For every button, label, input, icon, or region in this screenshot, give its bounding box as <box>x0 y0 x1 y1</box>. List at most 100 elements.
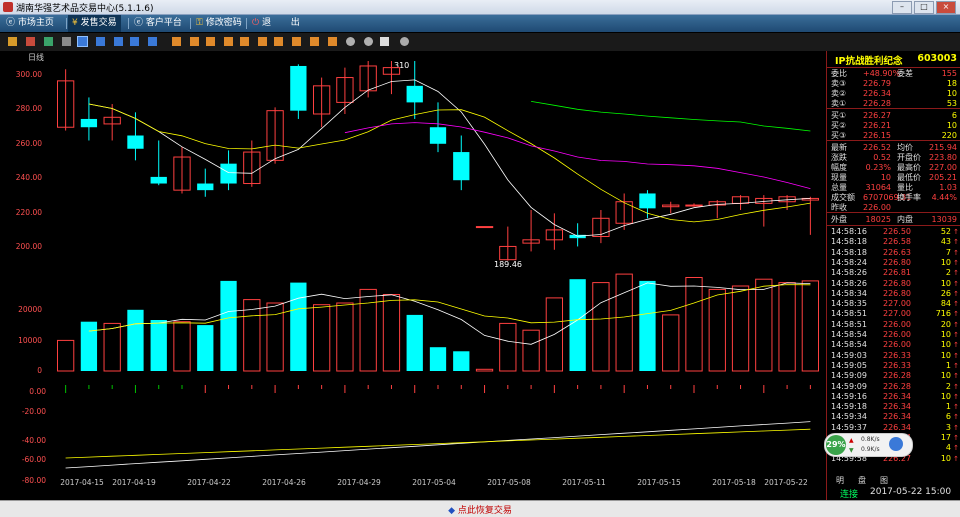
candle-body <box>475 226 494 229</box>
high-price-label: 310 <box>394 61 409 70</box>
menu-separator <box>128 18 129 29</box>
tool-icon[interactable] <box>190 37 199 46</box>
quote-label: 买① <box>831 111 847 120</box>
zoom-in-icon[interactable] <box>346 37 355 46</box>
menu-item-label: 出 <box>290 18 300 28</box>
tick-qty: 1 <box>945 402 951 412</box>
quote-label-2: 最高价 <box>897 163 921 172</box>
tick-time: 14:58:26 <box>831 268 867 278</box>
tab-chart[interactable]: 图 <box>880 475 888 486</box>
menu-item-label: 退 <box>262 18 272 28</box>
tick-time: 14:59:09 <box>831 371 867 381</box>
arrow-up-icon: ↑ <box>953 289 959 298</box>
kline-chart-area[interactable]: 日线 300.00 280.00 260.00 240.00 220.00 20… <box>0 51 826 500</box>
daily-icon[interactable] <box>77 36 88 47</box>
tick-price: 226.80 <box>883 288 911 298</box>
tick-row: 14:58:35 227.00 84 ↑ <box>827 299 960 309</box>
tool-icon[interactable] <box>310 37 319 46</box>
tick-qty: 7 <box>945 247 951 257</box>
cpu-percent: 29% <box>826 435 846 455</box>
tick-row: 14:58:51 226.00 20 ↑ <box>827 320 960 330</box>
quote-label: 外盘 <box>831 215 847 224</box>
date-label: 2017-04-19 <box>112 478 156 487</box>
quote-label-2: 内盘 <box>897 215 913 224</box>
weekly-icon[interactable] <box>96 37 105 46</box>
candle-icon[interactable] <box>44 37 53 46</box>
arrow-up-icon: ↑ <box>953 423 959 432</box>
toolbar <box>0 33 960 52</box>
x-icon[interactable] <box>148 37 157 46</box>
menu-item-change-password[interactable]: ⚿ 修改密码 <box>192 15 246 32</box>
arrow-down-icon: ▼ <box>849 447 854 454</box>
tool-icon[interactable] <box>224 37 233 46</box>
tick-row: 14:59:09 226.28 2 ↑ <box>827 382 960 392</box>
tool-icon[interactable] <box>172 37 181 46</box>
download-speed: 0.9K/s <box>861 446 880 453</box>
line-chart-icon[interactable] <box>26 37 35 46</box>
minimize-button[interactable]: – <box>892 1 912 14</box>
tick-price: 226.34 <box>883 412 911 422</box>
tick-price: 226.00 <box>883 340 911 350</box>
arrow-up-icon: ↑ <box>953 403 959 412</box>
date-label: 2017-04-26 <box>262 478 306 487</box>
zoom-out-icon[interactable] <box>364 37 373 46</box>
quote-label-2: 开盘价 <box>897 153 921 162</box>
quote-value-2: 4.44% <box>931 193 957 202</box>
date-label: 2017-05-18 <box>712 478 756 487</box>
quote-tabs: 明 盘 图 <box>828 475 958 487</box>
quote-value-2: 1.03 <box>939 183 957 192</box>
draw-icon[interactable] <box>380 37 389 46</box>
date-label: 2017-04-22 <box>187 478 231 487</box>
monthly-icon[interactable] <box>114 37 123 46</box>
quote-value: 226.52 <box>863 143 891 152</box>
tool-icon[interactable] <box>258 37 267 46</box>
maximize-button[interactable]: □ <box>914 1 934 14</box>
gear-icon[interactable] <box>400 37 409 46</box>
close-button[interactable]: × <box>936 1 956 14</box>
tool-icon[interactable] <box>328 37 337 46</box>
arrow-up-icon: ↑ <box>953 258 959 267</box>
tick-qty: 2 <box>945 381 951 391</box>
grid-icon[interactable] <box>62 37 71 46</box>
tab-book[interactable]: 盘 <box>858 475 866 486</box>
quote-label: 最新 <box>831 143 847 152</box>
minute-icon[interactable] <box>130 37 139 46</box>
tool-icon[interactable] <box>240 37 249 46</box>
menu-item-client-platform[interactable]: ⓔ 客户平台 <box>130 15 186 32</box>
quote-divider <box>827 140 960 141</box>
menu-item-trading[interactable]: ¥ 发售交易 <box>68 15 121 32</box>
quote-row: 委比 +48.90% 委差 155 <box>827 69 960 79</box>
tool-icon[interactable] <box>274 37 283 46</box>
indicator-tick: -80.00 <box>22 476 46 485</box>
menu-item-market-home[interactable]: ⓔ 市场主页 <box>2 15 58 32</box>
e-icon: ⓔ <box>6 18 16 28</box>
quote-row: 现量 10 最低价 205.21 <box>827 173 960 183</box>
arrow-up-icon: ↑ <box>953 372 959 381</box>
menu-item-exit[interactable]: ⏻ 退 出 <box>248 15 304 32</box>
price-tick: 280.00 <box>16 104 42 113</box>
volume-bar <box>639 280 656 371</box>
arrow-up-icon: ↑ <box>953 320 959 329</box>
tick-price: 226.80 <box>883 257 911 267</box>
tool-icon[interactable] <box>206 37 215 46</box>
book-size: 10 <box>946 89 957 98</box>
tick-price: 226.28 <box>883 381 911 391</box>
tick-qty: 17 <box>940 433 951 442</box>
volume-tick: 0 <box>37 366 42 375</box>
tick-time: 14:59:09 <box>831 381 867 391</box>
quote-divider <box>827 108 960 109</box>
price-tick: 260.00 <box>16 139 42 148</box>
bar-chart-icon[interactable] <box>8 37 17 46</box>
quote-label: 买② <box>831 121 847 130</box>
quote-row: 买① 226.27 6 <box>827 111 960 121</box>
tick-qty: 26 <box>940 288 951 298</box>
quote-label-2: 均价 <box>897 143 913 152</box>
tool-icon[interactable] <box>292 37 301 46</box>
volume-bar <box>127 309 144 371</box>
restore-trading-link[interactable]: ◆ 点此恢复交易 <box>0 503 960 516</box>
tab-details[interactable]: 明 <box>836 475 844 486</box>
kline-chart[interactable]: 日线 300.00 280.00 260.00 240.00 220.00 20… <box>0 51 826 500</box>
tick-row: 14:58:26 226.80 10 ↑ <box>827 279 960 289</box>
network-speed-widget[interactable]: 29% ▲ 0.8K/s ▼ 0.9K/s <box>824 433 913 457</box>
tick-price: 227.00 <box>883 299 911 309</box>
